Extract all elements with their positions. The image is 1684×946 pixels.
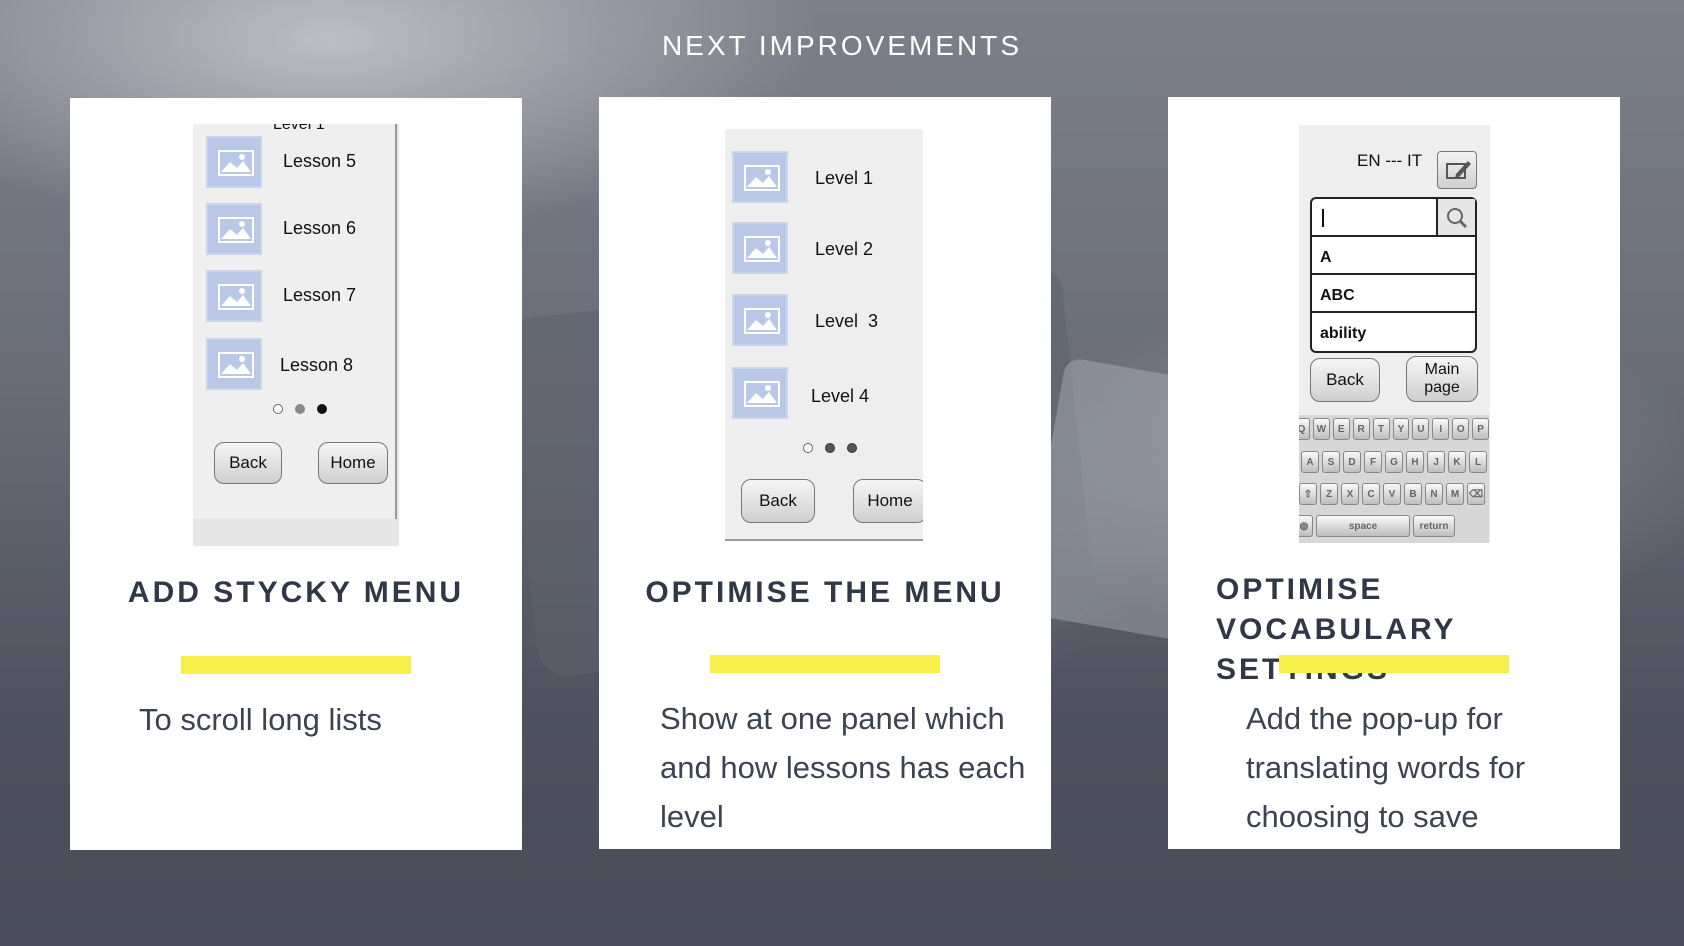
image-placeholder-icon <box>732 294 788 346</box>
list-item-label: Level 2 <box>815 239 874 259</box>
image-placeholder-icon <box>732 151 788 203</box>
list-item-label: Level 3 <box>815 311 879 331</box>
page-dot[interactable] <box>803 443 813 453</box>
keyboard-row: ◍ space return <box>1299 515 1489 539</box>
list-item[interactable]: Level 3 <box>725 294 923 350</box>
list-item-label: Level 4 <box>811 386 870 406</box>
improvement-card-sticky-menu: Level 1 Lesson 5 Lesson 6 Lesson 7 Lesso… <box>70 98 522 850</box>
space-key[interactable]: space <box>1316 515 1410 537</box>
page-indicator[interactable] <box>803 443 857 453</box>
image-placeholder-icon <box>206 270 262 322</box>
language-pair-label: EN --- IT <box>1357 151 1423 170</box>
suggestion-item[interactable]: A <box>1312 237 1475 275</box>
keyboard-key[interactable]: U <box>1412 418 1430 440</box>
keyboard-key[interactable]: I <box>1432 418 1450 440</box>
card-description: Show at one panel which and how lessons … <box>660 701 1026 834</box>
keyboard-key[interactable]: D <box>1343 451 1361 473</box>
page-dot[interactable] <box>295 404 305 414</box>
improvement-card-vocabulary-settings: EN --- IT A ABC ability Back Main page Q… <box>1168 97 1620 849</box>
keyboard-key[interactable]: S <box>1322 451 1340 473</box>
list-item[interactable]: Lesson 8 <box>193 338 399 394</box>
card-heading: ADD STYCKY MENU <box>127 576 465 609</box>
back-button[interactable]: Back <box>741 479 815 523</box>
vocabulary-screenshot: EN --- IT A ABC ability Back Main page Q… <box>1299 125 1490 543</box>
keyboard-row: Q W E R T Y U I O P <box>1299 418 1490 442</box>
keyboard-key[interactable]: T <box>1372 418 1390 440</box>
globe-icon[interactable]: ◍ <box>1299 515 1313 537</box>
keyboard-key[interactable]: ⌫ <box>1467 483 1485 505</box>
keyboard-key[interactable]: ⇧ <box>1299 483 1317 505</box>
search-input[interactable] <box>1312 199 1438 237</box>
keyboard-key[interactable]: L <box>1469 451 1487 473</box>
page-dot[interactable] <box>273 404 283 414</box>
list-item-label: Level 1 <box>815 168 874 188</box>
keyboard-key[interactable]: C <box>1362 483 1380 505</box>
list-item-label: Lesson 5 <box>283 151 357 171</box>
list-item-label: Lesson 8 <box>280 355 354 375</box>
list-item-label: Lesson 7 <box>283 285 357 305</box>
level-label: Level 1 <box>273 124 325 133</box>
keyboard-key[interactable]: P <box>1472 418 1490 440</box>
card-description: To scroll long lists <box>139 702 382 737</box>
keyboard-key[interactable]: R <box>1352 418 1370 440</box>
list-item[interactable]: Lesson 7 <box>193 270 399 326</box>
keyboard-row: ⇧ Z X C V B N M ⌫ <box>1299 483 1489 507</box>
accent-bar <box>181 656 411 674</box>
keyboard-row: A S D F G H J K L <box>1301 451 1489 475</box>
keyboard-key[interactable]: N <box>1425 483 1443 505</box>
keyboard-key[interactable]: Q <box>1299 418 1310 440</box>
vocabulary-search-dropdown: A ABC ability <box>1310 197 1477 353</box>
list-item[interactable]: Lesson 5 <box>193 136 399 192</box>
suggestion-item[interactable]: ABC <box>1312 275 1475 313</box>
onscreen-keyboard: Q W E R T Y U I O P A S D F G H J K L ⇧ … <box>1299 415 1490 543</box>
keyboard-key[interactable]: G <box>1385 451 1403 473</box>
edit-icon[interactable] <box>1437 151 1477 189</box>
keyboard-key[interactable]: A <box>1301 451 1319 473</box>
list-item[interactable]: Lesson 6 <box>193 203 399 259</box>
page-title: NEXT IMPROVEMENTS <box>661 30 1023 61</box>
keyboard-key[interactable]: J <box>1427 451 1445 473</box>
keyboard-key[interactable]: V <box>1383 483 1401 505</box>
lesson-list-screenshot: Level 1 Lesson 5 Lesson 6 Lesson 7 Lesso… <box>193 124 399 546</box>
page-dot-active[interactable] <box>317 404 327 414</box>
home-button[interactable]: Home <box>853 479 923 523</box>
image-placeholder-icon <box>732 367 788 419</box>
list-item[interactable]: Level 4 <box>725 367 923 423</box>
keyboard-key[interactable]: M <box>1446 483 1464 505</box>
search-icon[interactable] <box>1438 199 1475 237</box>
image-placeholder-icon <box>206 136 262 188</box>
accent-bar <box>1279 655 1509 673</box>
back-button[interactable]: Back <box>1310 358 1380 402</box>
keyboard-key[interactable]: F <box>1364 451 1382 473</box>
keyboard-key[interactable]: K <box>1448 451 1466 473</box>
keyboard-key[interactable]: B <box>1404 483 1422 505</box>
improvement-card-optimise-menu: Level 1 Level 2 Level 3 Level 4 Back Hom… <box>599 97 1051 849</box>
keyboard-key[interactable]: Y <box>1392 418 1410 440</box>
return-key[interactable]: return <box>1413 515 1455 537</box>
keyboard-key[interactable]: Z <box>1320 483 1338 505</box>
image-placeholder-icon <box>732 222 788 274</box>
suggestion-item[interactable]: ability <box>1312 313 1475 351</box>
image-placeholder-icon <box>206 203 262 255</box>
list-item[interactable]: Level 1 <box>725 151 923 207</box>
level-list-screenshot: Level 1 Level 2 Level 3 Level 4 Back Hom… <box>725 129 923 541</box>
image-placeholder-icon <box>206 338 262 390</box>
home-button[interactable]: Home <box>318 442 388 484</box>
card-description: Add the pop-up for translating words for… <box>1246 701 1526 834</box>
page-indicator[interactable] <box>273 404 327 414</box>
list-item-label: Lesson 6 <box>283 218 357 238</box>
accent-bar <box>710 655 940 673</box>
keyboard-key[interactable]: X <box>1341 483 1359 505</box>
keyboard-key[interactable]: E <box>1332 418 1350 440</box>
keyboard-key[interactable]: O <box>1452 418 1470 440</box>
back-button[interactable]: Back <box>214 442 282 484</box>
keyboard-key[interactable]: H <box>1406 451 1424 473</box>
card-heading: OPTIMISE THE MENU <box>645 576 1005 609</box>
page-dot[interactable] <box>847 443 857 453</box>
page-dot[interactable] <box>825 443 835 453</box>
main-page-button[interactable]: Main page <box>1406 356 1478 402</box>
list-item[interactable]: Level 2 <box>725 222 923 278</box>
keyboard-key[interactable]: W <box>1312 418 1330 440</box>
